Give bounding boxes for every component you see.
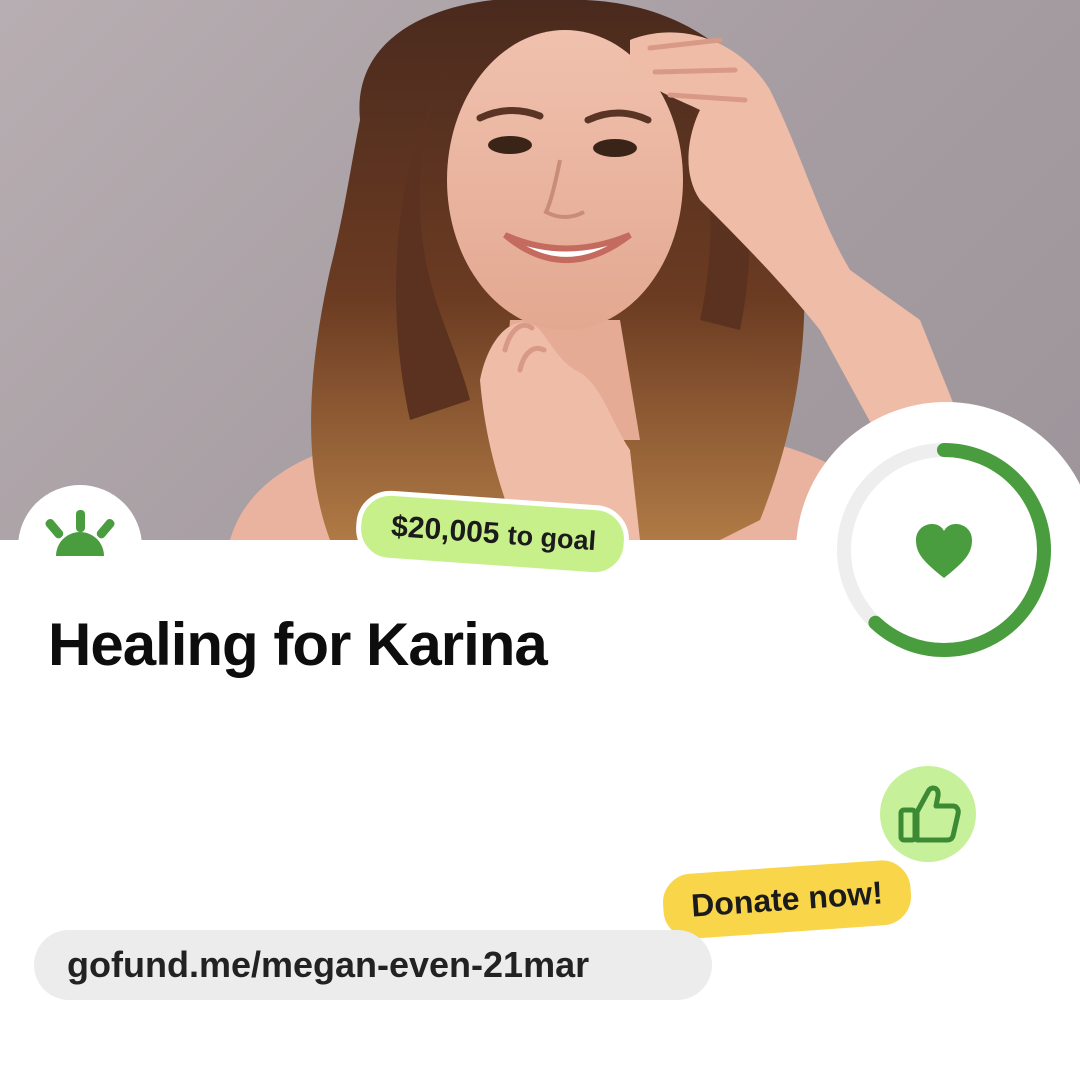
- goal-suffix: to goal: [506, 520, 598, 557]
- heart-icon: [916, 524, 972, 578]
- goal-amount: $20,005: [390, 509, 501, 551]
- gofundme-sunrise-icon: [45, 510, 115, 556]
- campaign-title: Healing for Karina: [48, 611, 548, 678]
- campaign-url[interactable]: gofund.me/megan-even-21mar: [34, 930, 712, 1000]
- progress-ring: [837, 443, 1051, 657]
- thumbs-up-icon: [898, 785, 961, 843]
